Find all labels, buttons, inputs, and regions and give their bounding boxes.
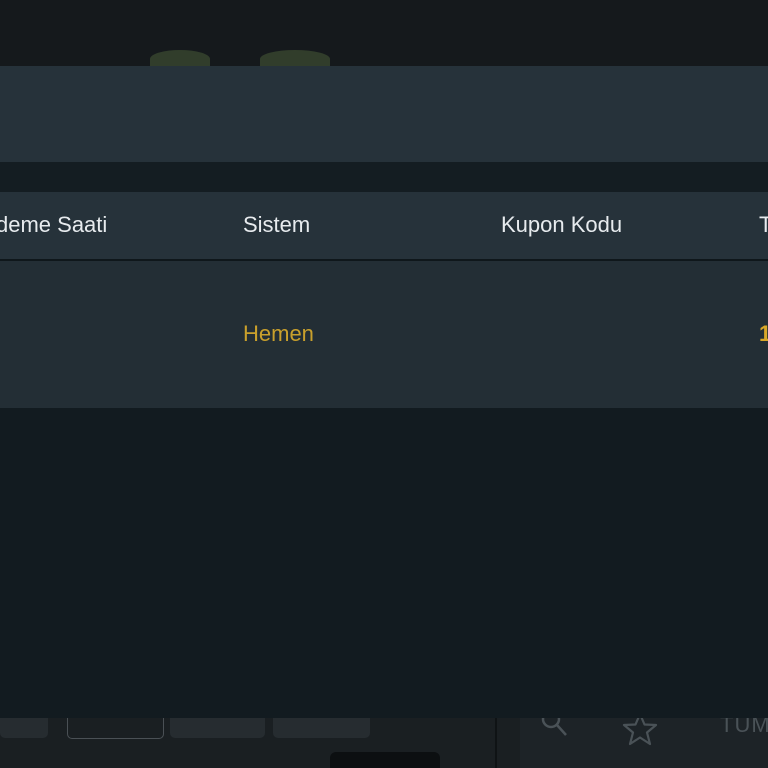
table-row[interactable]: Hemen 1 (0, 261, 768, 408)
table-header-row: deme Saati Sistem Kupon Kodu T (0, 192, 768, 261)
cell-tutar: 1 (759, 321, 768, 346)
screen: TÜM deme Saati Sistem Kupon Kodu T Hemen… (0, 0, 768, 768)
coupon-table: deme Saati Sistem Kupon Kodu T Hemen 1 (0, 192, 768, 408)
cell-sistem: Hemen (243, 321, 314, 346)
modal-spacer (0, 162, 768, 192)
backdrop-tile (0, 716, 48, 738)
column-header-kupon-kodu: Kupon Kodu (501, 212, 623, 237)
column-header-odeme-saati: deme Saati (0, 212, 108, 237)
modal-header (0, 66, 768, 162)
backdrop-tile (170, 716, 265, 738)
backdrop-divider (495, 716, 497, 768)
modal-dialog: deme Saati Sistem Kupon Kodu T Hemen 1 (0, 66, 768, 718)
backdrop-tile (273, 716, 370, 738)
column-header-tutar: T (759, 212, 768, 237)
backdrop-header (0, 0, 768, 66)
backdrop-tile-selected (67, 716, 164, 739)
backdrop-handle (330, 752, 440, 768)
column-header-sistem: Sistem (243, 212, 311, 237)
